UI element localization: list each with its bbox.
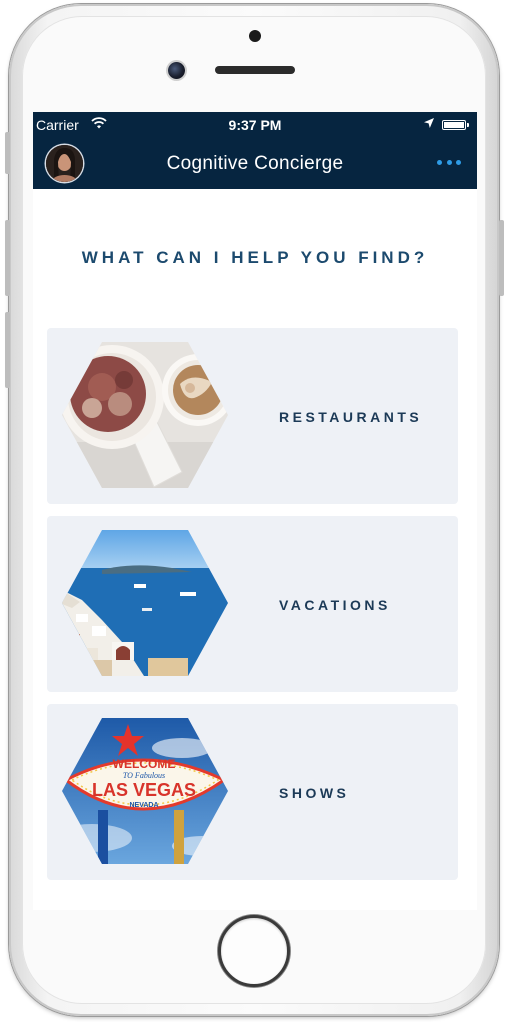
clock: 9:37 PM bbox=[228, 117, 282, 133]
santorini-coast-image bbox=[62, 530, 228, 676]
navigation-bar: Cognitive Concierge bbox=[33, 138, 477, 189]
status-bar: Carrier 9:37 PM bbox=[33, 112, 477, 138]
page-title: Cognitive Concierge bbox=[166, 153, 344, 174]
more-dot bbox=[446, 160, 452, 165]
category-label: VACATIONS bbox=[279, 597, 391, 613]
sign-nevada-text: NEVADA bbox=[129, 802, 158, 809]
volume-up-button bbox=[5, 220, 10, 296]
category-label: RESTAURANTS bbox=[279, 409, 423, 425]
prompt-heading: WHAT CAN I HELP YOU FIND? bbox=[81, 248, 429, 267]
app-screen: Carrier 9:37 PM Cognitive Concierge WHAT… bbox=[33, 112, 477, 910]
proximity-sensor bbox=[249, 30, 261, 42]
dessert-coffee-image bbox=[62, 342, 228, 488]
home-button[interactable] bbox=[218, 915, 290, 987]
battery-icon bbox=[442, 120, 469, 130]
location-arrow-icon bbox=[424, 118, 434, 128]
sign-fabulous-text: TO Fabulous bbox=[123, 771, 165, 780]
sign-las-vegas-text: LAS VEGAS bbox=[92, 780, 196, 800]
category-card-restaurants[interactable]: RESTAURANTS bbox=[47, 328, 458, 504]
earpiece-speaker bbox=[215, 66, 295, 74]
category-card-shows[interactable]: WELCOME TO Fabulous LAS VEGAS NEVADA SHO… bbox=[47, 704, 458, 880]
more-dot bbox=[437, 160, 442, 165]
category-card-vacations[interactable]: VACATIONS bbox=[47, 516, 458, 692]
more-dot bbox=[456, 160, 461, 165]
sign-welcome-text: WELCOME bbox=[113, 757, 176, 771]
category-label: SHOWS bbox=[279, 785, 350, 801]
mute-switch bbox=[5, 132, 10, 174]
volume-down-button bbox=[5, 312, 10, 388]
front-camera bbox=[168, 62, 185, 79]
power-button bbox=[499, 220, 504, 296]
more-options-icon[interactable] bbox=[437, 160, 461, 168]
las-vegas-sign-image: WELCOME TO Fabulous LAS VEGAS NEVADA bbox=[62, 718, 228, 864]
